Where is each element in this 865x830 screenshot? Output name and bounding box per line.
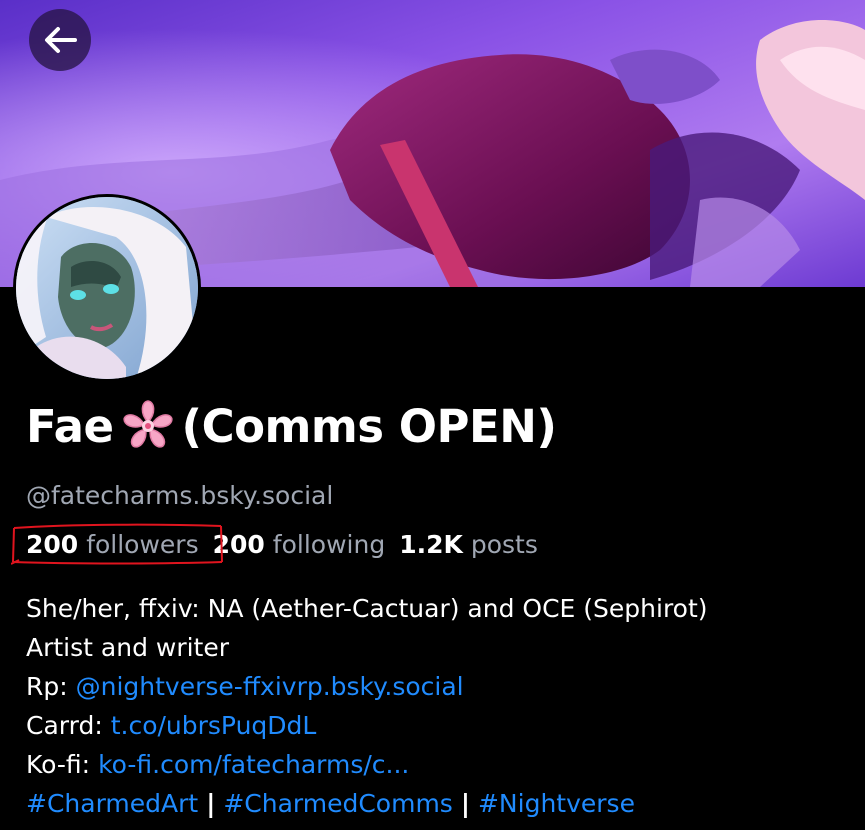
following-label: following xyxy=(272,530,386,559)
avatar[interactable] xyxy=(13,194,201,382)
arrow-left-icon xyxy=(45,27,77,53)
followers-label: followers xyxy=(86,530,199,559)
rp-label: Rp: xyxy=(26,672,68,701)
bio-tags-line: #CharmedArt | #CharmedComms | #Nightverse xyxy=(26,784,708,823)
followers-count: 200 xyxy=(26,530,79,559)
hashtag-link[interactable]: #CharmedArt xyxy=(26,789,198,818)
followers-stat[interactable]: 200 followers xyxy=(26,530,199,559)
kofi-label: Ko-fi: xyxy=(26,750,91,779)
rp-mention-link[interactable]: @nightverse-ffxivrp.bsky.social xyxy=(76,672,464,701)
bio-carrd-line: Carrd: t.co/ubrsPuqDdL xyxy=(26,706,708,745)
carrd-link[interactable]: t.co/ubrsPuqDdL xyxy=(111,711,317,740)
following-count: 200 xyxy=(212,530,265,559)
profile-handle: @fatecharms.bsky.social xyxy=(26,481,334,510)
tag-separator: | xyxy=(206,789,216,818)
profile-bio: She/her, ffxiv: NA (Aether-Cactuar) and … xyxy=(26,589,708,823)
avatar-artwork xyxy=(16,197,198,379)
tag-separator: | xyxy=(460,789,470,818)
profile-stats: 200 followers 200 following 1.2K posts xyxy=(26,530,552,559)
bio-kofi-line: Ko-fi: ko-fi.com/fatecharms/c... xyxy=(26,745,708,784)
display-name-text: Fae xyxy=(26,399,114,453)
posts-label: posts xyxy=(470,530,538,559)
posts-stat: 1.2K posts xyxy=(399,530,538,559)
bio-rp-line: Rp: @nightverse-ffxivrp.bsky.social xyxy=(26,667,708,706)
hashtag-link[interactable]: #Nightverse xyxy=(478,789,635,818)
back-button[interactable] xyxy=(29,9,91,71)
kofi-link[interactable]: ko-fi.com/fatecharms/c... xyxy=(98,750,409,779)
carrd-label: Carrd: xyxy=(26,711,103,740)
bio-line: Artist and writer xyxy=(26,633,230,662)
bio-line: She/her, ffxiv: NA (Aether-Cactuar) and … xyxy=(26,594,708,623)
posts-count: 1.2K xyxy=(399,530,463,559)
following-stat[interactable]: 200 following xyxy=(213,530,386,559)
display-name: Fae (Comms OPEN) xyxy=(26,398,557,454)
cherry-blossom-icon xyxy=(120,398,176,454)
display-name-suffix: (Comms OPEN) xyxy=(181,399,557,453)
hashtag-link[interactable]: #CharmedComms xyxy=(223,789,453,818)
